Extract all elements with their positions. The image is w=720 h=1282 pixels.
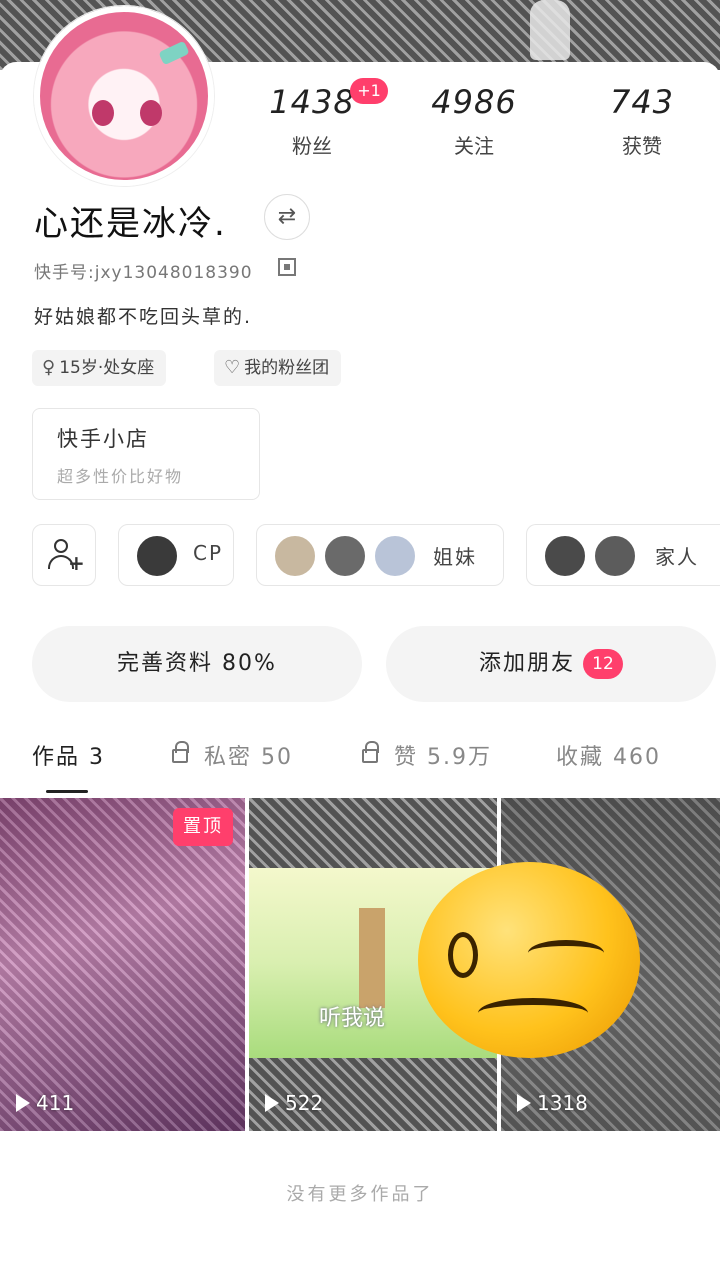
cp-label: CP <box>193 541 224 565</box>
stat-likes-value: 743 <box>609 83 675 121</box>
stat-following-value: 4986 <box>431 83 517 121</box>
emoji-sticker <box>418 862 640 1058</box>
tab-private[interactable]: 私密 50 <box>172 740 293 776</box>
add-friends-label: 添加朋友 <box>478 651 575 676</box>
avatar-eye <box>140 100 162 126</box>
add-friends-badge: 12 <box>583 649 623 679</box>
tag-age-zodiac[interactable]: ♀ 15岁·处女座 <box>32 350 167 386</box>
fans-new-badge: +1 <box>350 78 388 104</box>
switch-account-button[interactable]: ⇄ <box>264 194 310 240</box>
thumbnail-caption: 听我说 <box>319 1006 386 1031</box>
stat-following[interactable]: 4986 关注 <box>404 80 544 159</box>
heart-icon: ♡ <box>224 357 241 378</box>
play-count-value: 522 <box>285 1091 324 1115</box>
sister-avatar <box>323 534 367 578</box>
sisters-label: 姐妹 <box>433 545 477 569</box>
stat-likes-label: 获赞 <box>622 134 662 158</box>
stat-likes[interactable]: 743 获赞 <box>572 80 712 159</box>
user-id[interactable]: 快手号:jxy13048018390 <box>34 258 253 283</box>
avatar[interactable] <box>34 6 214 186</box>
lock-icon <box>362 741 379 763</box>
lock-icon <box>172 741 189 763</box>
video-thumbnail[interactable]: 置顶 411 <box>0 798 245 1131</box>
cp-avatar <box>135 534 179 578</box>
tag-fan-club[interactable]: ♡ 我的粉丝团 <box>214 350 342 386</box>
play-count: 1318 <box>517 1091 588 1115</box>
tab-favorites-label: 收藏 460 <box>556 745 661 770</box>
stat-fans-label: 粉丝 <box>292 134 332 158</box>
sister-avatar <box>373 534 417 578</box>
tag-fan-club-text: 我的粉丝团 <box>244 358 330 378</box>
tab-favorites[interactable]: 收藏 460 <box>556 740 661 776</box>
avatar-hairclip <box>158 40 190 66</box>
play-icon <box>517 1094 531 1112</box>
play-count: 522 <box>265 1091 323 1115</box>
complete-profile-button[interactable]: 完善资料 80% <box>32 626 362 702</box>
play-count-value: 411 <box>36 1091 75 1115</box>
cp-chip[interactable]: CP <box>118 524 234 586</box>
tab-liked[interactable]: 赞 5.9万 <box>362 740 492 776</box>
sisters-chip[interactable]: 姐妹 <box>256 524 504 586</box>
play-icon <box>16 1094 30 1112</box>
play-count-value: 1318 <box>537 1091 588 1115</box>
add-user-icon: + <box>48 539 85 573</box>
active-tab-indicator <box>46 790 88 793</box>
shop-title: 快手小店 <box>57 427 149 451</box>
tab-works-label: 作品 3 <box>32 745 105 770</box>
tab-liked-label: 赞 5.9万 <box>394 745 492 770</box>
play-icon <box>265 1094 279 1112</box>
profile-name: 心还是冰冷. <box>34 204 227 244</box>
sister-avatar <box>273 534 317 578</box>
tab-works[interactable]: 作品 3 <box>32 740 105 776</box>
avatar-eye <box>92 100 114 126</box>
tag-age-zodiac-text: 15岁·处女座 <box>59 358 155 378</box>
profile-bio: 好姑娘都不吃回头草的. <box>34 306 253 328</box>
no-more-works-text: 没有更多作品了 <box>286 1184 434 1205</box>
qr-code-icon[interactable] <box>278 258 296 276</box>
thumbnail-image <box>0 798 245 1131</box>
complete-profile-label: 完善资料 80% <box>117 651 277 676</box>
family-avatar <box>543 534 587 578</box>
add-friends-button[interactable]: 添加朋友 12 <box>386 626 716 702</box>
cover-decoration <box>530 0 570 60</box>
family-chip[interactable]: 家人 <box>526 524 720 586</box>
family-avatar <box>593 534 637 578</box>
shop-card[interactable]: 快手小店 超多性价比好物 <box>32 408 260 500</box>
tab-private-label: 私密 50 <box>204 745 293 770</box>
play-count: 411 <box>16 1091 74 1115</box>
shop-subtitle: 超多性价比好物 <box>57 467 184 486</box>
add-friend-chip[interactable]: + <box>32 524 96 586</box>
stat-following-label: 关注 <box>454 134 494 158</box>
female-icon: ♀ <box>42 357 56 378</box>
thumbnail-tree <box>359 908 385 1008</box>
family-label: 家人 <box>655 545 699 569</box>
pinned-badge: 置顶 <box>173 808 233 846</box>
